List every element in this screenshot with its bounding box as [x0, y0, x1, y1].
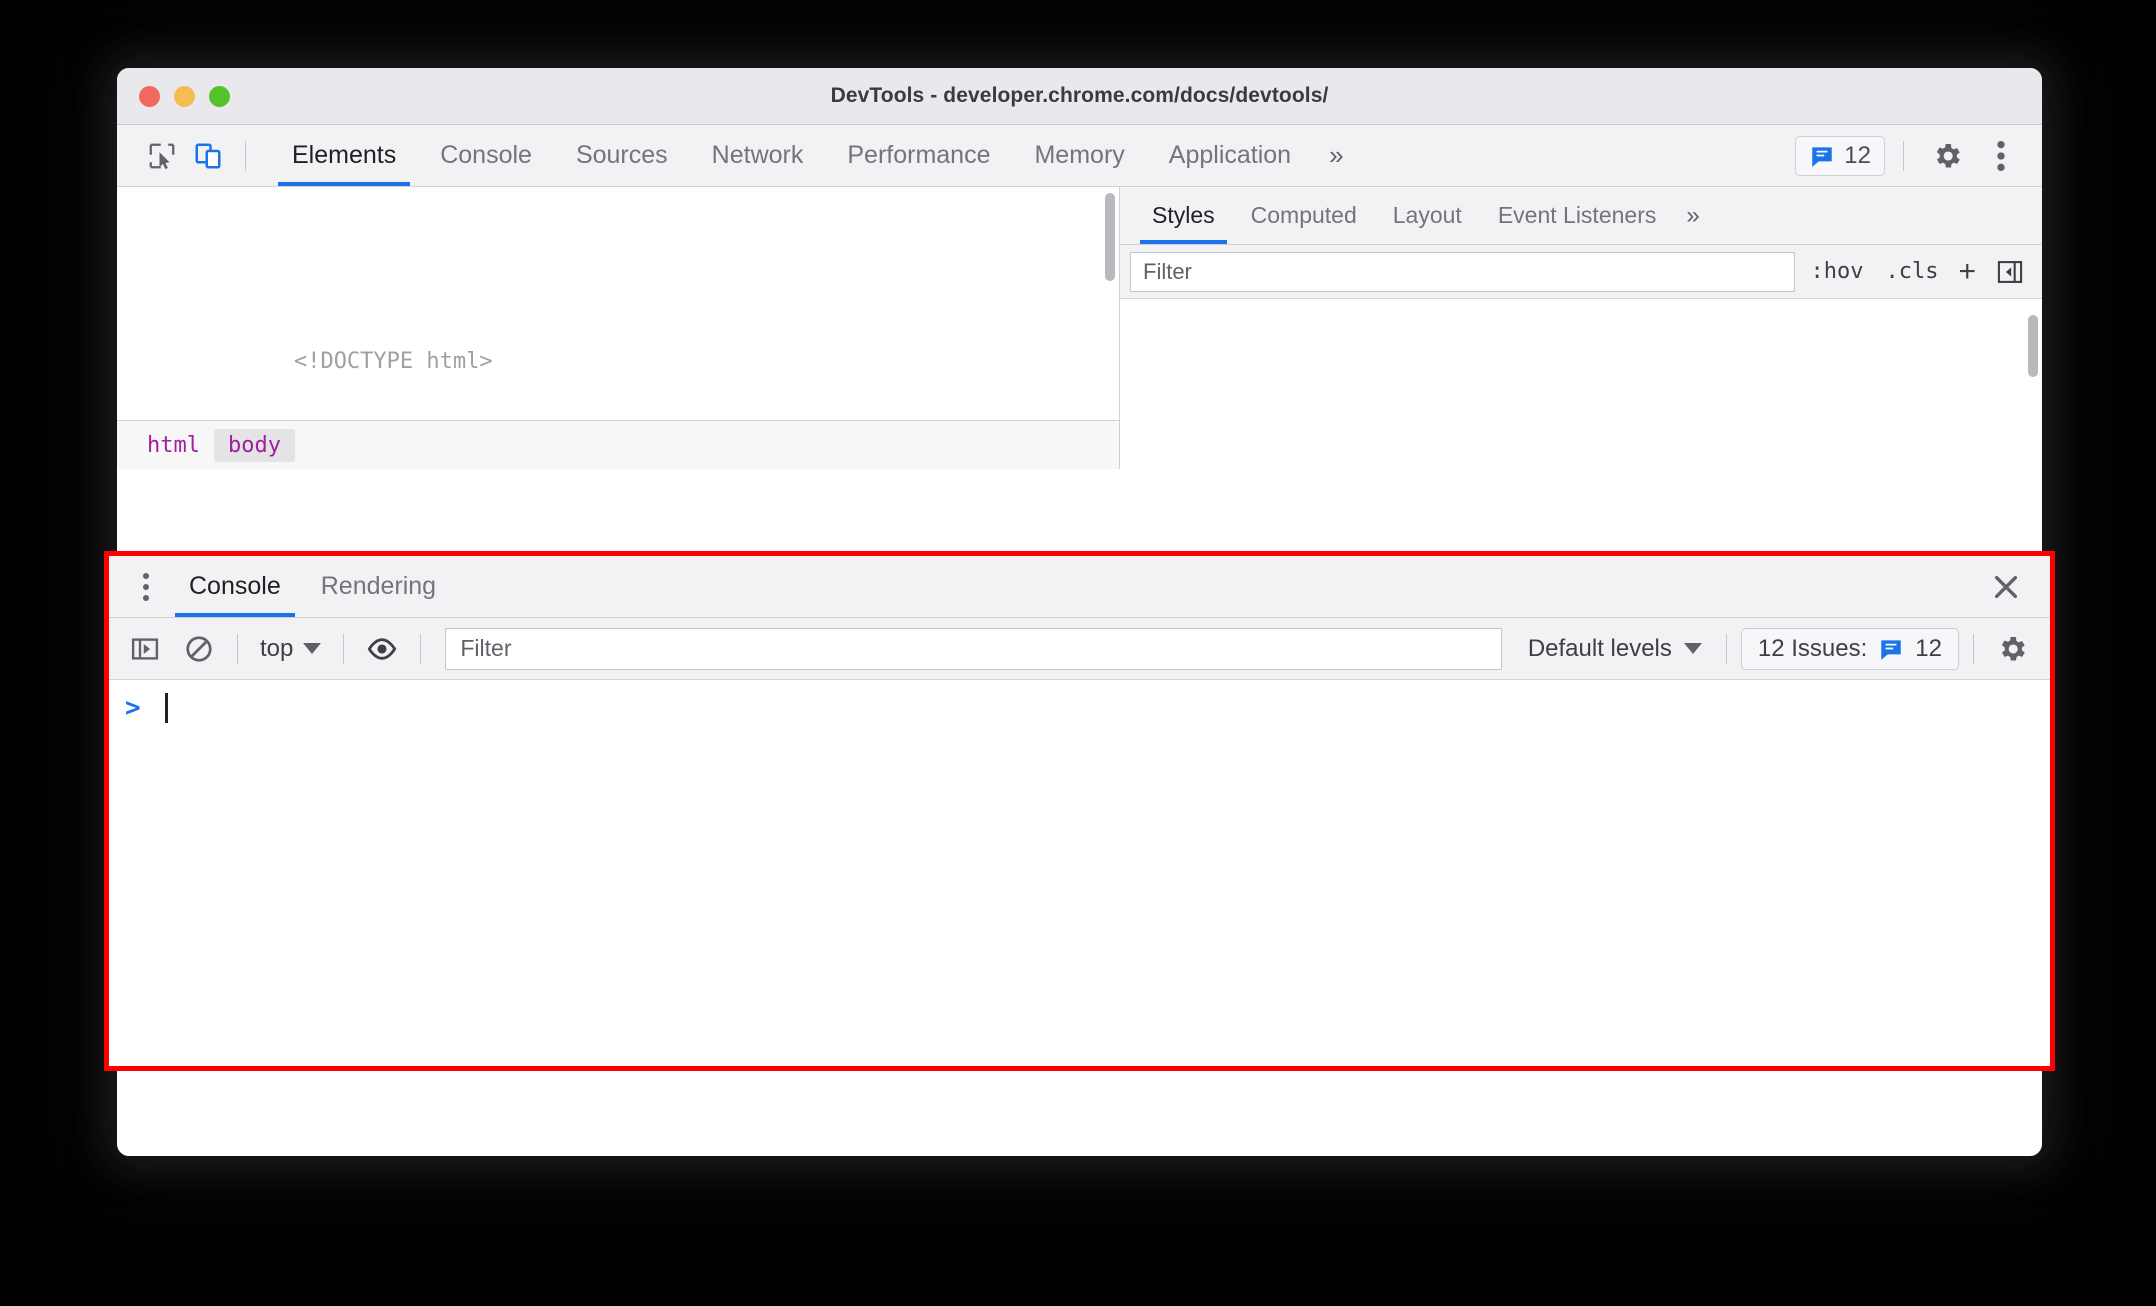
console-context-label: top	[260, 634, 294, 662]
styles-filter-toolbar: Filter :hov .cls +	[1120, 245, 2042, 299]
drawer-menu-icon[interactable]	[123, 564, 169, 610]
tab-performance-label: Performance	[847, 141, 991, 169]
main-tab-bar: Elements Console Sources Network Perform…	[270, 125, 1360, 186]
window-titlebar: DevTools - developer.chrome.com/docs/dev…	[117, 68, 2042, 125]
levels-chevron-down-icon	[1683, 643, 1702, 654]
tab-application[interactable]: Application	[1147, 125, 1313, 186]
styles-tab-bar: Styles Computed Layout Event Listeners »	[1120, 187, 2042, 245]
tab-console-label: Console	[440, 141, 532, 169]
console-issues-count: 12	[1915, 634, 1942, 662]
toolbar-right-group: 12	[1795, 132, 2026, 180]
styles-rules-list: element.style { } body { (index):1 min-h…	[1120, 299, 2042, 469]
breadcrumb-item-body[interactable]: body	[213, 428, 295, 462]
styles-pane: Styles Computed Layout Event Listeners »	[1120, 187, 2042, 469]
tab-console[interactable]: Console	[418, 125, 554, 186]
issues-badge-count: 12	[1844, 141, 1871, 169]
more-tabs-chevron-icon[interactable]: »	[1313, 140, 1359, 171]
window-title: DevTools - developer.chrome.com/docs/dev…	[830, 84, 1329, 107]
tab-styles[interactable]: Styles	[1134, 187, 1233, 244]
dom-tree-scrollbar[interactable]	[1105, 193, 1115, 281]
settings-gear-icon[interactable]	[1922, 132, 1972, 180]
tab-sources[interactable]: Sources	[554, 125, 690, 186]
tab-network-label: Network	[711, 141, 804, 169]
console-toolbar-divider-5	[1973, 633, 1974, 664]
hov-toggle-button[interactable]: :hov	[1805, 259, 1870, 284]
console-sidebar-icon[interactable]	[121, 626, 169, 672]
console-log-levels-label: Default levels	[1527, 634, 1672, 662]
styles-filter-placeholder: Filter	[1143, 258, 1192, 284]
doctype-text: <!DOCTYPE html>	[293, 349, 493, 374]
style-rule-element-style[interactable]: element.style { }	[1130, 415, 2042, 469]
clear-console-icon[interactable]	[175, 626, 223, 672]
screen-root: DevTools - developer.chrome.com/docs/dev…	[0, 0, 2156, 1306]
elements-panel: <!DOCTYPE html> <html lang="en" data-coo…	[117, 187, 2042, 469]
console-prompt-row[interactable]: >	[109, 686, 2050, 730]
console-toolbar-divider-3	[420, 633, 422, 664]
dom-breadcrumb: html body	[117, 420, 1119, 469]
drawer-tab-console[interactable]: Console	[169, 556, 301, 617]
dom-row-doctype[interactable]: <!DOCTYPE html>	[117, 306, 1119, 417]
tab-elements[interactable]: Elements	[270, 125, 418, 186]
console-issues-label: 12 Issues:	[1757, 634, 1868, 662]
console-filter-placeholder: Filter	[460, 635, 512, 661]
console-toolbar-divider-2	[343, 633, 345, 664]
cls-toggle-button[interactable]: .cls	[1879, 259, 1944, 284]
chevron-down-icon	[303, 643, 322, 654]
tab-styles-label: Styles	[1152, 202, 1215, 228]
inspect-cursor-icon[interactable]	[139, 133, 185, 179]
device-toolbar-icon[interactable]	[185, 133, 231, 179]
drawer-tab-rendering[interactable]: Rendering	[301, 556, 456, 617]
console-filter-input[interactable]: Filter	[445, 627, 1502, 670]
drawer-tab-console-label: Console	[189, 572, 281, 600]
console-settings-gear-icon[interactable]	[1988, 626, 2036, 672]
styles-filter-input[interactable]: Filter	[1130, 251, 1795, 292]
console-drawer: Console Rendering top Filter Default lev…	[109, 556, 2050, 1066]
tab-layout[interactable]: Layout	[1375, 187, 1480, 244]
tab-memory-label: Memory	[1034, 141, 1125, 169]
styles-more-tabs-chevron-icon[interactable]: »	[1674, 202, 1711, 230]
console-toolbar-divider-4	[1725, 633, 1727, 664]
close-drawer-icon[interactable]	[1978, 559, 2034, 615]
styles-scrollbar[interactable]	[2028, 315, 2038, 377]
tab-layout-label: Layout	[1392, 202, 1462, 228]
console-log-levels-selector[interactable]: Default levels	[1518, 635, 1712, 663]
tab-event-listeners[interactable]: Event Listeners	[1480, 187, 1675, 244]
tab-network[interactable]: Network	[690, 125, 826, 186]
dom-tree-pane[interactable]: <!DOCTYPE html> <html lang="en" data-coo…	[117, 187, 1120, 469]
console-prompt-chevron-icon: >	[125, 693, 141, 723]
drawer-tab-rendering-label: Rendering	[320, 572, 437, 600]
console-drawer-annotation: Console Rendering top Filter Default lev…	[104, 551, 2055, 1071]
new-style-rule-plus-icon[interactable]: +	[1954, 255, 1980, 289]
tab-event-listeners-label: Event Listeners	[1497, 202, 1657, 228]
tab-computed-label: Computed	[1250, 202, 1357, 228]
issues-badge-button[interactable]: 12	[1795, 135, 1885, 176]
tab-sources-label: Sources	[575, 141, 668, 169]
toolbar-divider-2	[1903, 140, 1904, 171]
issues-message-icon	[1812, 146, 1833, 167]
breadcrumb-item-html[interactable]: html	[133, 429, 214, 462]
toolbar-divider	[245, 140, 246, 171]
main-menu-kebab-icon[interactable]	[1976, 132, 2026, 180]
tab-performance[interactable]: Performance	[825, 125, 1012, 186]
tab-elements-label: Elements	[292, 141, 397, 169]
drawer-tab-bar: Console Rendering	[109, 556, 2050, 618]
console-context-selector[interactable]: top	[252, 635, 329, 663]
devtools-main-toolbar: Elements Console Sources Network Perform…	[117, 125, 2042, 187]
console-issues-message-icon	[1881, 639, 1902, 660]
tab-memory[interactable]: Memory	[1012, 125, 1146, 186]
console-toolbar: top Filter Default levels 12 Issues: 12	[109, 618, 2050, 680]
console-text-caret	[165, 693, 168, 723]
console-issues-button[interactable]: 12 Issues: 12	[1740, 627, 1959, 670]
console-output-area[interactable]: >	[109, 680, 2050, 1066]
tab-application-label: Application	[1168, 141, 1292, 169]
live-expression-eye-icon[interactable]	[358, 626, 406, 672]
console-toolbar-divider-1	[237, 633, 238, 664]
tab-computed[interactable]: Computed	[1233, 187, 1375, 244]
toggle-sidebar-icon[interactable]	[1990, 254, 2030, 290]
